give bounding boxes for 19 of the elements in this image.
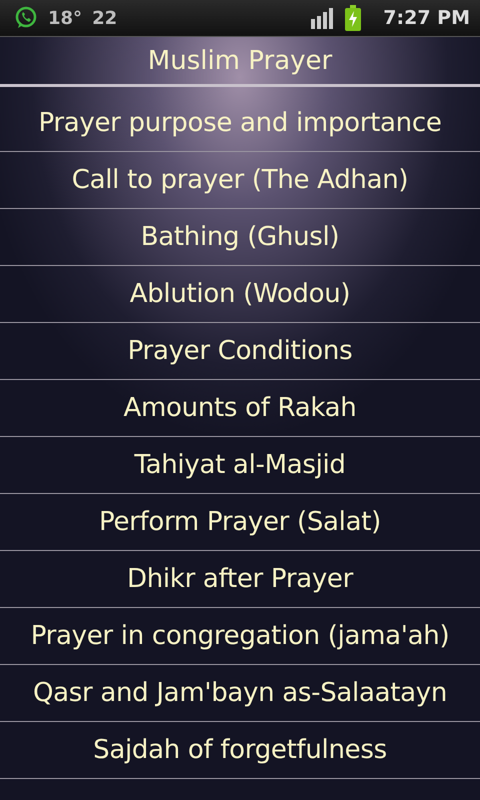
- menu-item[interactable]: Call to prayer (The Adhan): [0, 152, 480, 209]
- clock-time: 7:27 PM: [383, 7, 470, 29]
- menu-item[interactable]: Prayer in congregation (jama'ah): [0, 608, 480, 665]
- menu-item[interactable]: Tahiyat al-Masjid: [0, 437, 480, 494]
- menu-item[interactable]: Sajdah of forgetfulness: [0, 722, 480, 779]
- notification-count: 22: [92, 8, 118, 28]
- app-title: Muslim Prayer: [0, 37, 480, 87]
- chat-icon[interactable]: [14, 6, 38, 30]
- menu-item[interactable]: Dhikr after Prayer: [0, 551, 480, 608]
- battery-charging-icon: [345, 5, 362, 31]
- signal-icon: [311, 7, 336, 29]
- menu-item[interactable]: Prayer purpose and importance: [0, 95, 480, 152]
- menu-item[interactable]: Bathing (Ghusl): [0, 209, 480, 266]
- menu-item[interactable]: Qasr and Jam'bayn as-Salaatayn: [0, 665, 480, 722]
- menu-item[interactable]: Prayer Conditions: [0, 323, 480, 380]
- temperature-text: 18°: [48, 8, 82, 28]
- menu-item[interactable]: Amounts of Rakah: [0, 380, 480, 437]
- menu-item[interactable]: Ablution (Wodou): [0, 266, 480, 323]
- menu-item[interactable]: Perform Prayer (Salat): [0, 494, 480, 551]
